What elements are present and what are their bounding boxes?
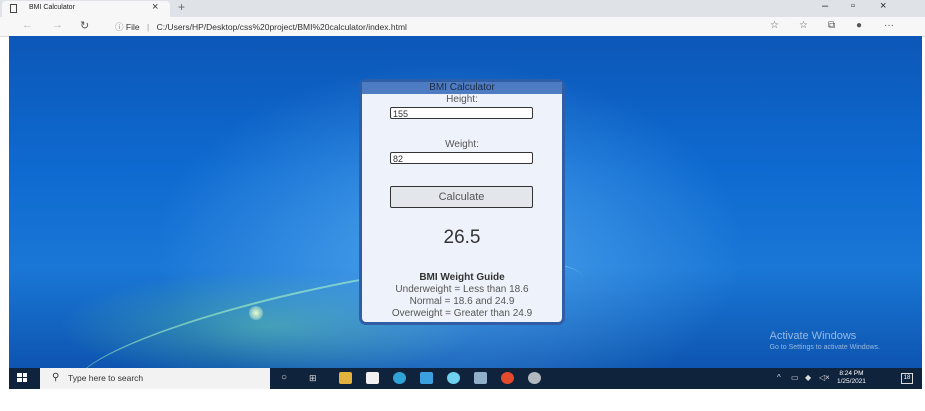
edge-icon[interactable]: [393, 372, 406, 384]
guide-heading: BMI Weight Guide: [419, 272, 505, 283]
settings-gear-icon[interactable]: [528, 372, 541, 384]
clock-date: 1/25/2021: [837, 378, 866, 385]
more-menu-icon[interactable]: ···: [884, 20, 894, 31]
taskbar: ⚲ Type here to search ○ ⊞ ^ ▭ ◆ ◁× 8:24 …: [9, 368, 922, 389]
url-field[interactable]: ⓘ File | C:/Users/HP/Desktop/css%20proje…: [115, 21, 407, 33]
close-window-button[interactable]: ×: [880, 0, 886, 12]
battery-icon[interactable]: ▭: [791, 373, 799, 382]
weight-input[interactable]: 82: [390, 152, 533, 164]
weight-label: Weight:: [445, 139, 479, 150]
notifications-icon[interactable]: 18: [901, 373, 913, 384]
watermark-subtitle: Go to Settings to activate Windows.: [769, 344, 881, 351]
show-hidden-icons-chevron-icon[interactable]: ^: [777, 373, 781, 382]
address-separator: |: [146, 22, 150, 32]
cortana-icon[interactable]: ○: [281, 372, 287, 383]
browser-tab[interactable]: BMI Calculator ×: [2, 1, 170, 17]
chrome-icon[interactable]: [501, 372, 514, 384]
favorite-star-icon[interactable]: ☆: [770, 20, 779, 31]
search-icon: ⚲: [52, 372, 60, 383]
store-icon[interactable]: [366, 372, 379, 384]
address-bar: ← → ↻ ⓘ File | C:/Users/HP/Desktop/css%2…: [0, 17, 925, 37]
calculator-title: BMI Calculator: [362, 82, 562, 94]
bmi-calculator-card: BMI Calculator Height: 155 Weight: 82 Ca…: [359, 79, 565, 325]
tab-strip: BMI Calculator × + – ▫ ×: [0, 0, 925, 17]
screen: BMI Calculator × + – ▫ × ← → ↻ ⓘ File | …: [0, 0, 925, 411]
search-placeholder: Type here to search: [68, 373, 144, 383]
calculate-button[interactable]: Calculate: [390, 186, 533, 208]
reload-icon[interactable]: ↻: [80, 19, 89, 32]
minimize-button[interactable]: –: [822, 0, 828, 12]
task-view-icon[interactable]: ⊞: [309, 373, 317, 384]
restore-button[interactable]: ▫: [851, 0, 855, 12]
url-text: C:/Users/HP/Desktop/css%20project/BMI%20…: [156, 22, 407, 32]
new-tab-button[interactable]: +: [178, 0, 185, 14]
watermark-title: Activate Windows: [769, 330, 857, 342]
guide-normal: Normal = 18.6 and 24.9: [409, 296, 515, 307]
collections-icon[interactable]: ⧉: [828, 20, 835, 31]
close-tab-icon[interactable]: ×: [152, 1, 158, 13]
volume-icon[interactable]: ◁×: [819, 373, 830, 382]
guide-underweight: Underweight = Less than 18.6: [395, 284, 529, 295]
paint-icon[interactable]: [474, 372, 487, 384]
clock[interactable]: 8:24 PM 1/25/2021: [837, 370, 866, 386]
address-scheme-label: File: [125, 22, 140, 32]
tab-title: BMI Calculator: [29, 4, 75, 11]
guide-overweight: Overweight = Greater than 24.9: [391, 308, 533, 319]
activation-watermark: Activate Windows Go to Settings to activ…: [770, 330, 881, 351]
photos-icon[interactable]: [420, 372, 433, 384]
clock-time: 8:24 PM: [839, 370, 864, 377]
favorites-list-icon[interactable]: ☆: [799, 20, 808, 31]
profile-avatar-icon[interactable]: ●: [856, 20, 862, 31]
taskbar-search[interactable]: ⚲ Type here to search: [40, 368, 270, 389]
page-icon: [10, 4, 17, 13]
bottom-margin: [0, 389, 925, 411]
windows-start-icon[interactable]: [17, 373, 27, 382]
back-arrow-icon[interactable]: ←: [22, 19, 33, 31]
page-viewport: BMI Calculator Height: 155 Weight: 82 Ca…: [9, 36, 922, 368]
height-input[interactable]: 155: [390, 107, 533, 119]
bmi-result: 26.5: [443, 227, 481, 248]
network-icon[interactable]: ◆: [805, 373, 811, 382]
app-icon[interactable]: [447, 372, 460, 384]
forward-arrow-icon[interactable]: →: [52, 19, 63, 31]
height-label: Height:: [446, 94, 478, 105]
info-icon[interactable]: ⓘ: [115, 22, 124, 32]
wallpaper-glint: [249, 306, 263, 320]
file-explorer-icon[interactable]: [339, 372, 352, 384]
